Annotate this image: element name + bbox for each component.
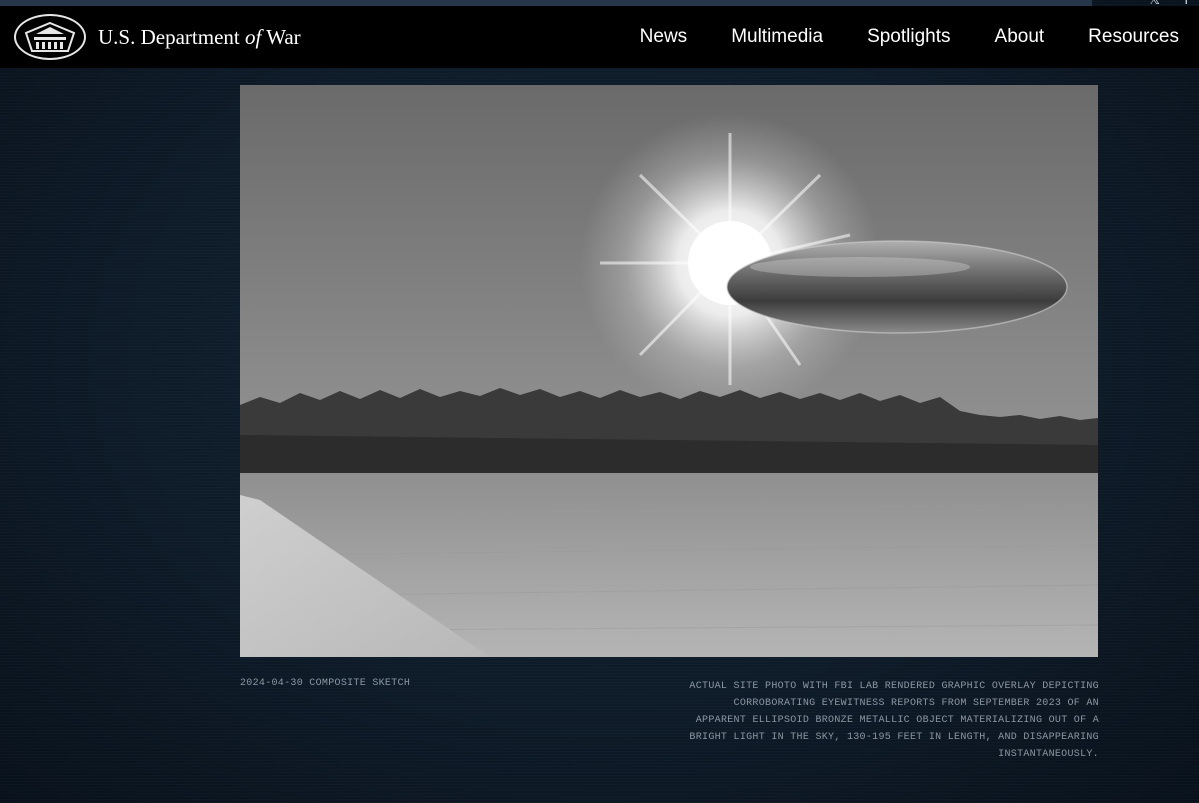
composite-photo[interactable] [240, 85, 1098, 657]
site-logo[interactable]: U.S. Department of War [14, 14, 301, 60]
top-strip [0, 0, 1092, 6]
x-icon[interactable]: 𝕏 [1149, 0, 1160, 7]
pentagon-seal-icon [14, 14, 86, 60]
brand-prefix: U.S. Department [98, 24, 240, 49]
nav-spotlights[interactable]: Spotlights [867, 26, 950, 48]
nav-multimedia[interactable]: Multimedia [731, 26, 823, 48]
photo-caption: ACTUAL SITE PHOTO WITH FBI LAB RENDERED … [689, 681, 1099, 760]
nav-resources[interactable]: Resources [1088, 26, 1179, 48]
nav-news[interactable]: News [640, 26, 688, 48]
nav-about[interactable]: About [995, 26, 1045, 48]
social-links: 𝕏 f [1149, 0, 1189, 7]
brand-italic: of [244, 24, 262, 49]
site-header: U.S. Department of War News Multimedia S… [0, 6, 1199, 68]
photo-date-label: 2024-04-30 COMPOSITE SKETCH [240, 678, 411, 689]
main-nav: News Multimedia Spotlights About Resourc… [596, 6, 1179, 68]
brand-suffix: War [266, 24, 301, 49]
ellipsoid-object [726, 240, 1068, 334]
facebook-icon[interactable]: f [1184, 0, 1189, 7]
brand-name: U.S. Department of War [98, 25, 301, 50]
